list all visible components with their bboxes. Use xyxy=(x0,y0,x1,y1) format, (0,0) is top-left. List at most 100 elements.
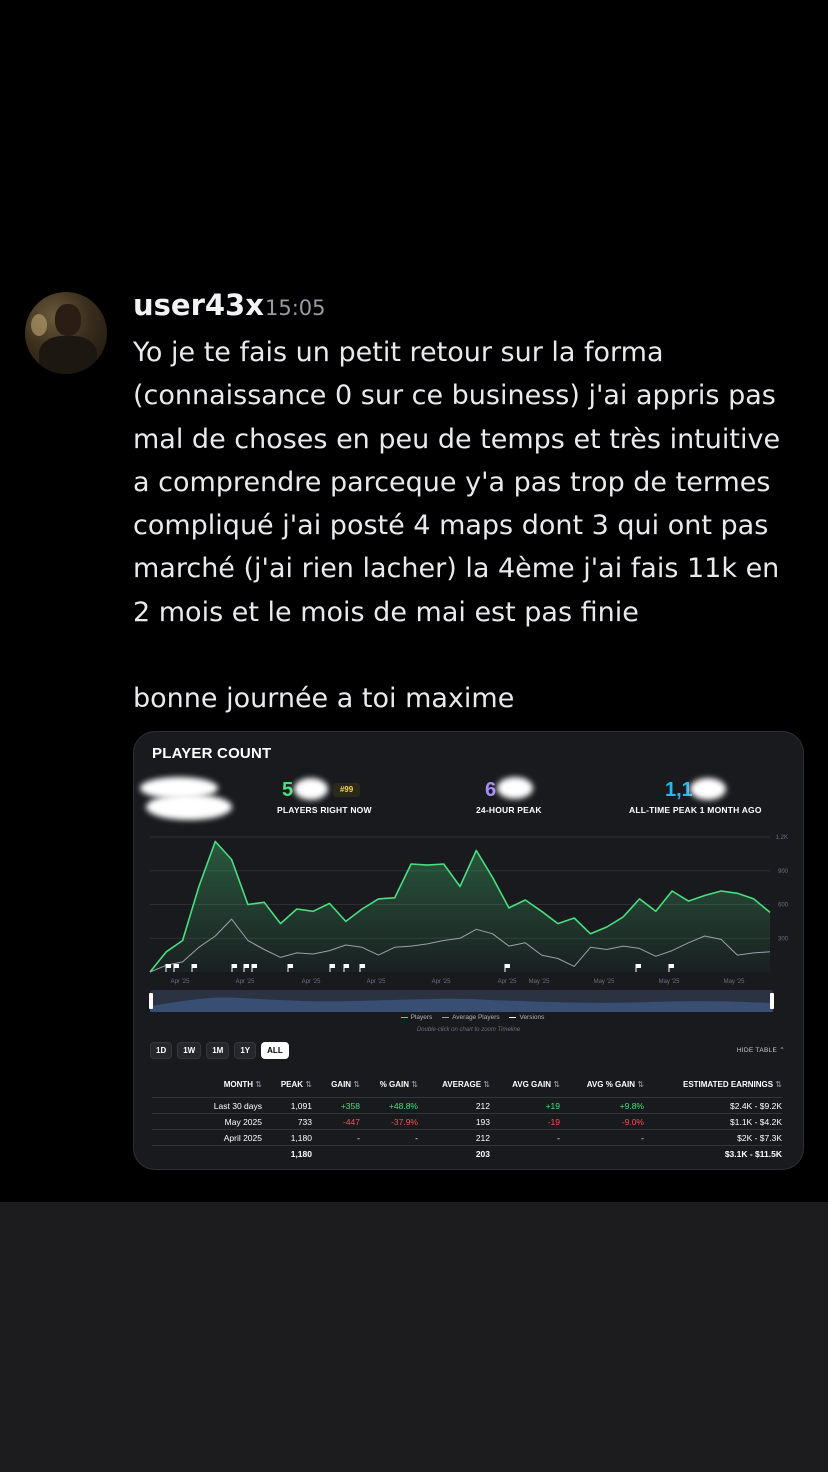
cell-peak: 1,180 xyxy=(262,1129,312,1146)
rank-badge: #99 xyxy=(333,783,360,797)
player-count-card[interactable]: PLAYER COUNT 5 #99 PLAYERS RIGHT NOW 6 2… xyxy=(133,731,804,1170)
all-time-peak-label: ALL-TIME PEAK 1 MONTH AGO xyxy=(629,805,762,815)
cell-gain: +358 xyxy=(312,1097,360,1114)
cell-earnings: $2K - $7.3K xyxy=(644,1129,782,1146)
x-tick-label: Apr '25 xyxy=(236,979,255,985)
cell-peak: 1,180 xyxy=(262,1145,312,1161)
username[interactable]: user43x xyxy=(133,288,264,322)
timeline-handle-right[interactable] xyxy=(770,993,774,1009)
players-now-label: PLAYERS RIGHT NOW xyxy=(277,805,372,815)
legend-swatch-versions xyxy=(509,1016,517,1019)
x-tick-label: May '25 xyxy=(529,979,550,985)
legend-swatch-average xyxy=(442,1016,450,1019)
avatar-body xyxy=(39,336,97,374)
table-row: May 2025 733 -447 -37.9% 193 -19 -9.0% $… xyxy=(152,1113,782,1130)
peak-24h-value: 6 xyxy=(485,779,497,801)
cell-avg-gain: +19 xyxy=(490,1097,560,1114)
timeline-scrubber[interactable] xyxy=(149,990,774,1012)
players-area xyxy=(150,841,770,972)
y-tick-label: 600 xyxy=(778,903,789,909)
col-month[interactable]: MONTH ⇅ xyxy=(152,1077,262,1098)
range-1m-button[interactable]: 1M xyxy=(206,1042,230,1059)
chevron-up-icon: ⌃ xyxy=(779,1047,785,1054)
hide-table-label: HIDE TABLE xyxy=(736,1047,778,1054)
cell-avg-gain: - xyxy=(490,1129,560,1146)
cell-pct-gain: +48.8% xyxy=(360,1097,418,1114)
hide-table-button[interactable]: HIDE TABLE ⌃ xyxy=(737,1046,785,1054)
cell-peak: 1,091 xyxy=(262,1097,312,1114)
peak-24h-label: 24-HOUR PEAK xyxy=(476,805,542,815)
table-total-row: 1,180 203 $3.1K - $11.5K xyxy=(152,1145,782,1161)
x-tick-label: Apr '25 xyxy=(302,979,321,985)
cell-month: May 2025 xyxy=(152,1113,262,1130)
legend-players: Players xyxy=(410,1014,433,1021)
cell-pct-gain: - xyxy=(360,1129,418,1146)
y-tick-label: 900 xyxy=(778,869,789,875)
x-tick-label: May '25 xyxy=(659,979,680,985)
y-tick-label: 300 xyxy=(778,936,789,942)
cell-avg-pct-gain: -9.0% xyxy=(560,1113,644,1130)
cell-month: April 2025 xyxy=(152,1129,262,1146)
cell-gain: -447 xyxy=(312,1113,360,1130)
col-avg-gain[interactable]: AVG GAIN ⇅ xyxy=(490,1077,560,1098)
player-count-chart[interactable]: 1.2K 900 600 300 Apr '25 Apr '25 Apr '25 Apr '2… xyxy=(134,827,803,987)
bottom-empty-area xyxy=(0,1202,828,1472)
redaction-blob xyxy=(294,778,328,800)
x-tick-label: Apr '25 xyxy=(171,979,190,985)
x-tick-label: May '25 xyxy=(594,979,615,985)
col-estimated-earnings[interactable]: ESTIMATED EARNINGS ⇅ xyxy=(644,1077,782,1098)
cell-peak: 733 xyxy=(262,1113,312,1130)
cell-earnings: $3.1K - $11.5K xyxy=(644,1145,782,1161)
cell-average: 203 xyxy=(418,1145,490,1161)
cell-avg-pct-gain xyxy=(560,1145,644,1161)
range-1y-button[interactable]: 1Y xyxy=(234,1042,257,1059)
zoom-hint: Double-click on chart to zoom Timeline xyxy=(416,1027,521,1033)
cell-avg-gain: -19 xyxy=(490,1113,560,1130)
all-time-peak-value: 1,1 xyxy=(665,779,693,801)
chart-legend: Players Average Players Versions xyxy=(134,1014,803,1021)
y-tick-label: 1.2K xyxy=(776,835,788,841)
redaction-blob xyxy=(497,777,533,799)
table-row: April 2025 1,180 - - 212 - - $2K - $7.3K xyxy=(152,1129,782,1146)
x-tick-label: Apr '25 xyxy=(367,979,386,985)
timeline-handle-left[interactable] xyxy=(149,993,153,1009)
avatar[interactable] xyxy=(25,292,107,374)
cell-pct-gain: -37.9% xyxy=(360,1113,418,1130)
cell-gain xyxy=(312,1145,360,1161)
x-tick-label: Apr '25 xyxy=(498,979,517,985)
table-header-row: MONTH ⇅ PEAK ⇅ GAIN ⇅ % GAIN ⇅ AVERAGE ⇅… xyxy=(152,1077,782,1098)
cell-avg-pct-gain: +9.8% xyxy=(560,1097,644,1114)
range-1w-button[interactable]: 1W xyxy=(177,1042,202,1059)
range-selector: 1D 1W 1M 1Y ALL xyxy=(150,1042,289,1059)
avatar-head xyxy=(55,304,81,336)
card-title: PLAYER COUNT xyxy=(152,745,272,762)
redaction-blob xyxy=(146,794,232,820)
redaction-blob xyxy=(690,778,726,800)
cell-earnings: $2.4K - $9.2K xyxy=(644,1097,782,1114)
cell-average: 212 xyxy=(418,1097,490,1114)
legend-swatch-players xyxy=(400,1016,408,1019)
range-all-button[interactable]: ALL xyxy=(261,1042,289,1059)
x-tick-label: May '25 xyxy=(724,979,745,985)
cell-avg-pct-gain: - xyxy=(560,1129,644,1146)
col-peak[interactable]: PEAK ⇅ xyxy=(262,1077,312,1098)
cell-pct-gain xyxy=(360,1145,418,1161)
cell-month: Last 30 days xyxy=(152,1097,262,1114)
col-average[interactable]: AVERAGE ⇅ xyxy=(418,1077,490,1098)
top-empty-area xyxy=(0,0,828,270)
col-pct-gain[interactable]: % GAIN ⇅ xyxy=(360,1077,418,1098)
col-avg-pct-gain[interactable]: AVG % GAIN ⇅ xyxy=(560,1077,644,1098)
message-text: Yo je te fais un petit retour sur la for… xyxy=(133,337,781,715)
legend-versions: Versions xyxy=(519,1014,545,1021)
players-now-value: 5 xyxy=(282,779,294,801)
range-1d-button[interactable]: 1D xyxy=(150,1042,173,1059)
cell-gain: - xyxy=(312,1129,360,1146)
cell-earnings: $1.1K - $4.2K xyxy=(644,1113,782,1130)
cell-average: 212 xyxy=(418,1129,490,1146)
earnings-table: MONTH ⇅ PEAK ⇅ GAIN ⇅ % GAIN ⇅ AVERAGE ⇅… xyxy=(152,1077,782,1161)
cell-average: 193 xyxy=(418,1113,490,1130)
timeline-minichart xyxy=(150,997,773,1012)
x-tick-label: Apr '25 xyxy=(432,979,451,985)
avatar-lamp xyxy=(31,314,47,336)
col-gain[interactable]: GAIN ⇅ xyxy=(312,1077,360,1098)
